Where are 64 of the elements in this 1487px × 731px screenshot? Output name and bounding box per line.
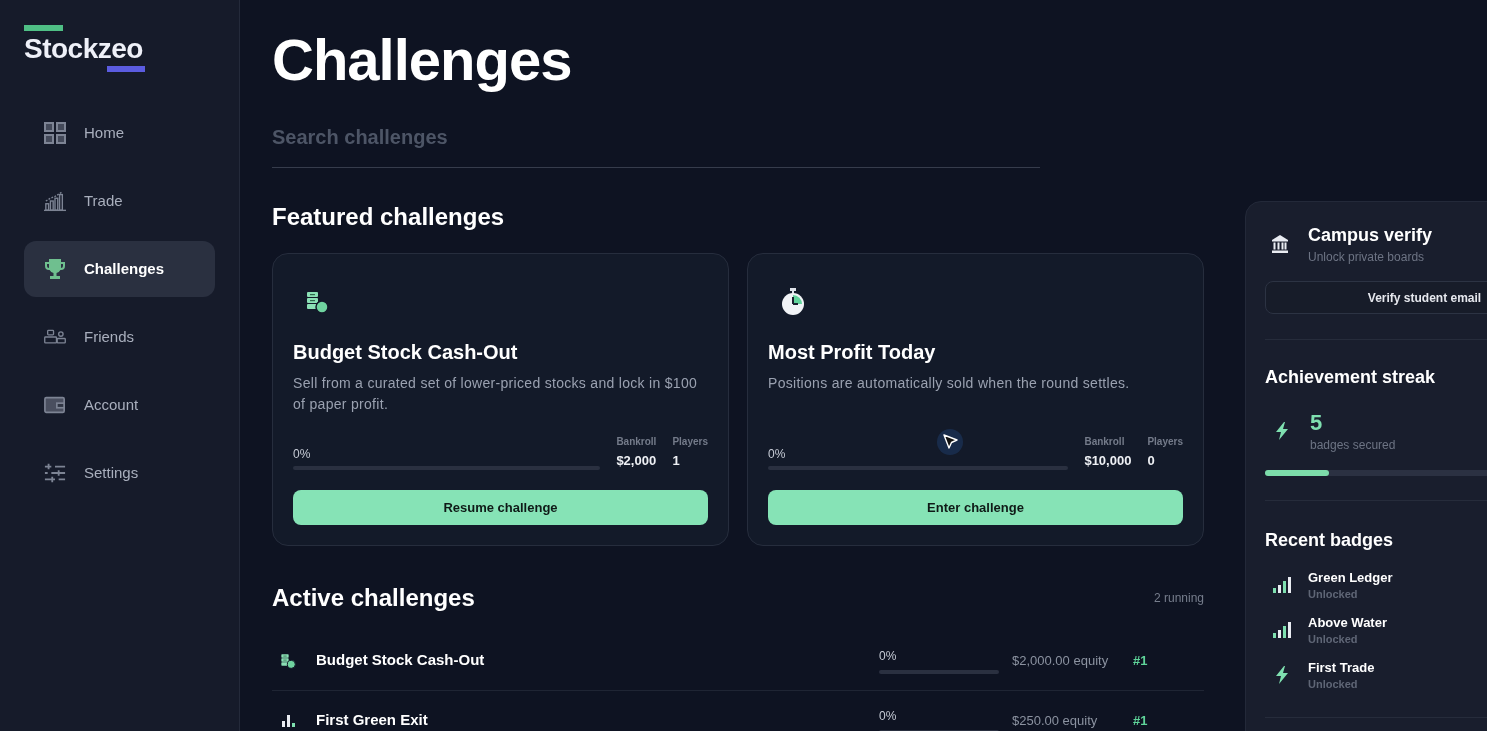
streak-count: 5 xyxy=(1310,409,1324,437)
card-title: Budget Stock Cash-Out xyxy=(293,340,519,365)
lightning-bolt-icon xyxy=(1276,422,1288,440)
sliders-icon xyxy=(44,462,66,484)
badge-status: Unlocked xyxy=(1308,632,1359,646)
rank-value: #1 xyxy=(1133,711,1149,730)
badge-name: First Trade xyxy=(1308,659,1375,677)
badge-status: Unlocked xyxy=(1308,677,1359,691)
people-icon xyxy=(44,327,66,347)
challenge-button[interactable]: Enter challenge xyxy=(768,490,1183,525)
logo: Stockzeo xyxy=(24,25,145,72)
stat-value: $2,000 xyxy=(616,452,657,470)
challenge-title: Budget Stock Cash-Out xyxy=(316,650,486,671)
trophy-icon xyxy=(44,258,66,280)
nav-item[interactable]: Settings xyxy=(24,445,215,501)
stat-label: Players xyxy=(672,435,708,449)
stat-label: Players xyxy=(1147,435,1183,449)
stat-value: $10,000 xyxy=(1084,452,1132,470)
panel-heading: Achievement streak xyxy=(1265,366,1437,389)
coins-icon xyxy=(280,652,296,669)
coins-icon xyxy=(305,290,329,314)
panel-title: Campus verify xyxy=(1308,224,1433,247)
stat-value: 0 xyxy=(1147,452,1156,470)
nav-item[interactable]: Friends xyxy=(24,309,215,365)
bar-chart-icon xyxy=(44,190,66,212)
badge-name: Green Ledger xyxy=(1308,569,1393,587)
badge-name: Above Water xyxy=(1308,614,1387,632)
nav-item[interactable]: Home xyxy=(24,105,215,161)
section-heading: Featured challenges xyxy=(272,202,506,232)
equity-value: $250.00 equity xyxy=(1012,711,1099,730)
bar-chart-icon xyxy=(1273,622,1291,638)
wallet-icon xyxy=(44,395,66,415)
stat-label: Bankroll xyxy=(616,435,657,449)
rank-value: #1 xyxy=(1133,651,1149,670)
stopwatch-icon xyxy=(780,288,806,316)
streak-caption: badges secured xyxy=(1310,437,1396,453)
progress-label: 0% xyxy=(293,446,312,462)
panel-heading: Recent badges xyxy=(1265,529,1395,552)
bar-chart-icon xyxy=(1273,577,1291,593)
stat-value: 1 xyxy=(672,452,681,470)
bank-icon xyxy=(1272,235,1288,253)
nav-item[interactable]: Challenges xyxy=(24,241,215,297)
stat-label: Bankroll xyxy=(1084,435,1126,449)
section-heading: Active challenges xyxy=(272,583,475,613)
progress-label: 0% xyxy=(768,446,787,462)
progress-label: 0% xyxy=(879,707,898,724)
search-field[interactable]: Search challenges xyxy=(272,118,1040,168)
grid-icon xyxy=(44,122,66,144)
challenge-button[interactable]: Resume challenge xyxy=(293,490,708,525)
card-description: Positions are automatically sold when the round settles. xyxy=(768,374,1131,393)
equity-value: $2,000.00 equity xyxy=(1012,651,1110,670)
mouse-pointer-icon xyxy=(936,428,964,456)
badge-status: Unlocked xyxy=(1308,587,1359,601)
progress-label: 0% xyxy=(879,647,898,664)
card-title: Most Profit Today xyxy=(768,340,937,365)
running-count: 2 running xyxy=(1153,590,1204,607)
verify-email-button[interactable]: Verify student email xyxy=(1265,281,1487,314)
challenge-title: First Green Exit xyxy=(316,710,429,731)
card-description: Sell from a curated set of lower-priced stocks and lock in $100 of paper profit. xyxy=(293,374,699,414)
lightning-bolt-icon xyxy=(1276,666,1288,684)
bar-chart-icon xyxy=(281,714,295,727)
panel-subtitle: Unlock private boards xyxy=(1308,249,1426,265)
nav-item[interactable]: Trade xyxy=(24,173,215,229)
nav-item[interactable]: Account xyxy=(24,377,215,433)
